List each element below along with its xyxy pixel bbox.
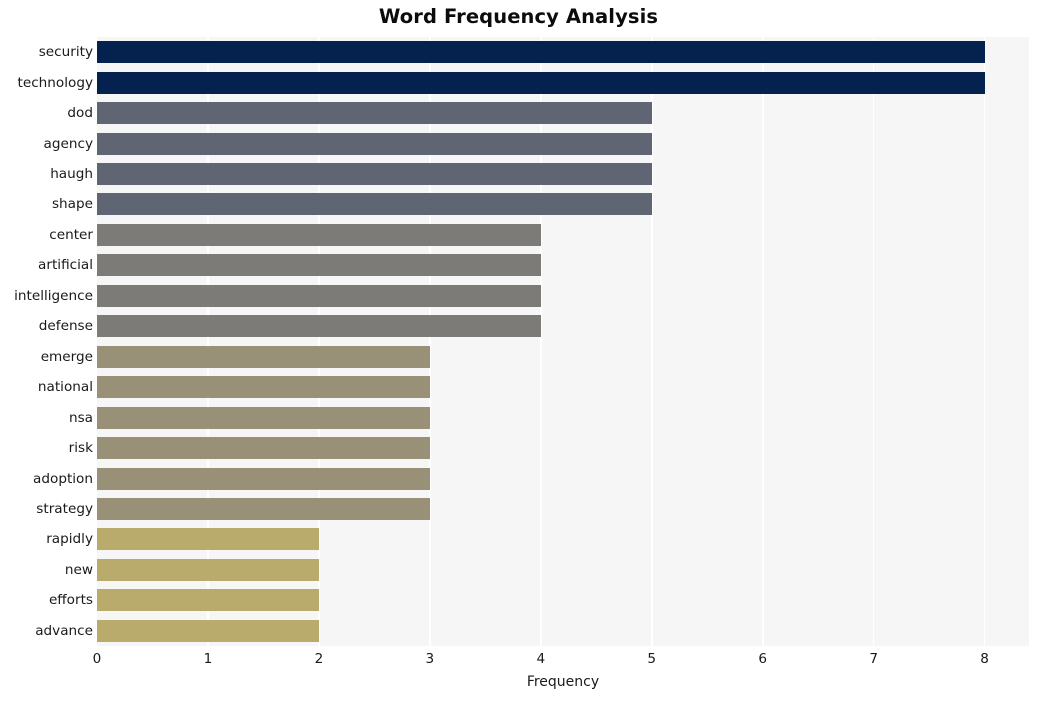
bar [97, 589, 319, 612]
y-tick-label: haugh [50, 166, 93, 183]
chart-figure: Word Frequency Analysis security technolo… [0, 0, 1037, 701]
x-tick-label: 0 [92, 651, 102, 667]
y-tick-label: efforts [48, 592, 93, 609]
bars-container [97, 37, 1029, 646]
x-tick-label: 4 [536, 651, 546, 667]
chart-title: Word Frequency Analysis [378, 5, 659, 28]
bar [97, 163, 652, 186]
y-tick-label: national [37, 379, 93, 396]
bar [97, 406, 430, 429]
y-tick-label: center [49, 226, 93, 243]
y-tick-label: agency [43, 135, 93, 152]
x-axis-tick-labels: 0 1 2 3 4 5 6 7 8 [0, 651, 1037, 673]
y-tick-label: adoption [33, 470, 93, 487]
y-tick-label: strategy [36, 500, 93, 517]
bar [97, 467, 430, 490]
bar [97, 528, 319, 551]
y-tick-label: dod [67, 105, 93, 122]
bar [97, 315, 541, 338]
x-tick-label: 5 [647, 651, 657, 667]
y-tick-label: shape [51, 196, 93, 213]
bar [97, 71, 985, 94]
bar [97, 223, 541, 246]
y-tick-label: security [38, 44, 93, 61]
x-tick-label: 3 [425, 651, 435, 667]
x-tick-label: 7 [869, 651, 878, 667]
y-tick-label: risk [68, 440, 93, 457]
bar [97, 345, 430, 368]
bar [97, 376, 430, 399]
x-tick-label: 6 [758, 651, 768, 667]
bar [97, 102, 652, 125]
y-tick-label: intelligence [14, 287, 93, 304]
x-axis-label: Frequency [526, 674, 600, 690]
y-tick-label: artificial [38, 257, 93, 274]
y-tick-label: emerge [40, 348, 93, 365]
bar [97, 619, 319, 642]
bar [97, 558, 319, 581]
y-tick-label: advance [35, 622, 93, 639]
plot-area [97, 37, 1029, 646]
bar [97, 437, 430, 460]
y-tick-label: nsa [68, 409, 93, 426]
x-tick-label: 1 [203, 651, 213, 667]
y-tick-label: rapidly [46, 531, 93, 548]
bar [97, 284, 541, 307]
y-axis-tick-labels: security technology dod agency haugh shape cen… [0, 37, 93, 646]
bar [97, 41, 985, 64]
bar [97, 254, 541, 277]
x-tick-label: 2 [314, 651, 324, 667]
y-tick-label: new [64, 561, 93, 578]
y-tick-label: defense [38, 318, 93, 335]
bar [97, 193, 652, 216]
bar [97, 497, 430, 520]
y-tick-label: technology [17, 74, 93, 91]
x-tick-label: 8 [980, 651, 989, 667]
bar [97, 132, 652, 155]
